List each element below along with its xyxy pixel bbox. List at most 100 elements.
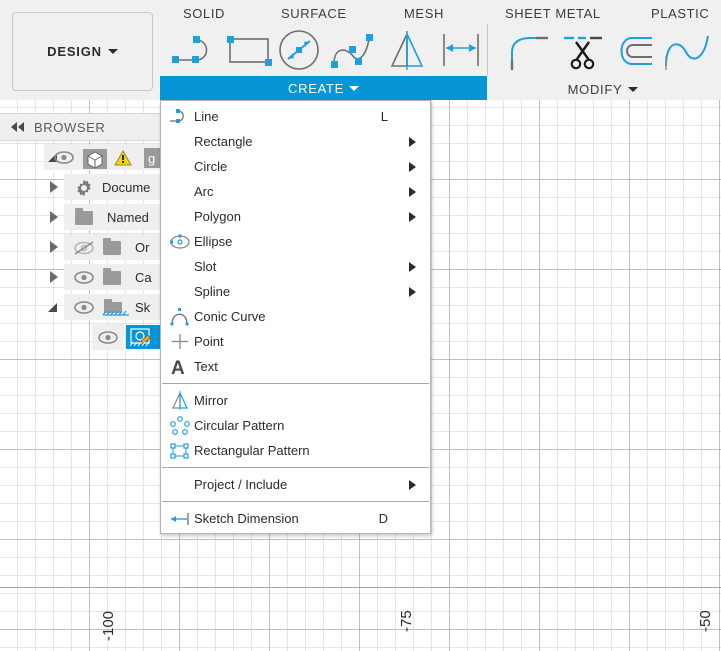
chevron-down-icon	[348, 85, 359, 91]
menu-item-label: Sketch Dimension	[194, 511, 299, 526]
sketch-spline-icon[interactable]	[325, 26, 381, 76]
circular-pattern-icon	[169, 413, 191, 438]
collapse-panel-icon[interactable]	[10, 122, 26, 132]
folder-icon	[103, 268, 121, 285]
rectangular-pattern-icon	[169, 438, 191, 463]
menu-separator	[162, 467, 429, 468]
workspace-tab-surface[interactable]: SURFACE	[281, 6, 347, 21]
menu-item-point[interactable]: Point	[161, 329, 430, 354]
submenu-arrow-icon	[409, 136, 416, 147]
menu-item-polygon[interactable]: Polygon	[161, 204, 430, 229]
menu-item-spline[interactable]: Spline	[161, 279, 430, 304]
menu-item-circle[interactable]: Circle	[161, 154, 430, 179]
toolbar-separator	[487, 24, 488, 76]
menu-item-label: Text	[194, 359, 218, 374]
menu-item-ellipse[interactable]: Ellipse	[161, 229, 430, 254]
submenu-arrow-icon	[409, 286, 416, 297]
expand-triangle-icon[interactable]	[50, 211, 58, 223]
top-toolbar: SOLID SURFACE MESH SHEET METAL PLASTIC DESIG…	[0, 0, 721, 100]
browser-tree: g Docume Named Or Ca Sk	[0, 142, 170, 352]
menu-item-label: Slot	[194, 259, 217, 274]
menu-item-mirror[interactable]: Mirror	[161, 388, 430, 413]
curvature-icon[interactable]	[660, 26, 716, 76]
visibility-eye-off-icon[interactable]	[73, 241, 94, 255]
point-icon	[169, 329, 191, 354]
menu-item-label: Line	[194, 109, 219, 124]
workspace-dropdown-button[interactable]: DESIGN	[12, 12, 153, 91]
sketch-circle-icon[interactable]	[272, 26, 328, 76]
browser-row-document-settings[interactable]: Docume	[0, 172, 170, 202]
chevron-down-icon	[628, 86, 639, 92]
folder-icon	[75, 208, 93, 225]
visibility-eye-icon[interactable]	[74, 271, 94, 284]
trim-icon[interactable]	[556, 26, 612, 76]
sketch-dimension-icon[interactable]	[434, 26, 490, 76]
expand-triangle-open-icon[interactable]	[48, 303, 57, 312]
fillet-icon[interactable]	[500, 26, 556, 76]
menu-item-conic-curve[interactable]: Conic Curve	[161, 304, 430, 329]
conic-curve-icon	[169, 304, 191, 329]
menu-item-label: Mirror	[194, 393, 228, 408]
menu-item-label: Rectangle	[194, 134, 253, 149]
create-panel-button[interactable]: CREATE	[160, 76, 487, 100]
svg-text:A: A	[171, 358, 185, 379]
ruler-tick-label: -75	[398, 610, 415, 632]
chevron-down-icon	[107, 49, 118, 54]
menu-item-text[interactable]: A Text	[161, 354, 430, 379]
workspace-tab-sheet-metal[interactable]: SHEET METAL	[505, 6, 601, 21]
browser-header[interactable]: BROWSER	[0, 113, 160, 141]
sketch-mirror-icon[interactable]	[380, 26, 436, 76]
menu-item-slot[interactable]: Slot	[161, 254, 430, 279]
submenu-arrow-icon	[409, 261, 416, 272]
menu-item-rectangle[interactable]: Rectangle	[161, 129, 430, 154]
x-axis-line	[0, 587, 721, 588]
menu-item-circular-pattern[interactable]: Circular Pattern	[161, 413, 430, 438]
menu-item-arc[interactable]: Arc	[161, 179, 430, 204]
menu-item-line[interactable]: Line L	[161, 104, 430, 129]
browser-row-named-views[interactable]: Named	[0, 202, 170, 232]
browser-row-origin[interactable]: Or	[0, 232, 170, 262]
text-icon: A	[169, 354, 191, 379]
workspace-tab-solid[interactable]: SOLID	[183, 6, 225, 21]
menu-separator	[162, 501, 429, 502]
expand-triangle-icon[interactable]	[50, 181, 58, 193]
expand-triangle-icon[interactable]	[50, 241, 58, 253]
menu-item-label: Spline	[194, 284, 231, 299]
browser-row-canvases[interactable]: Ca	[0, 262, 170, 292]
browser-row-sketch-item[interactable]	[0, 322, 170, 352]
warning-icon	[114, 149, 132, 166]
visibility-eye-icon[interactable]	[98, 331, 118, 344]
browser-row-label: Sk	[135, 299, 151, 315]
workspace-tab-mesh[interactable]: MESH	[404, 6, 444, 21]
menu-item-project-include[interactable]: Project / Include	[161, 472, 430, 497]
modify-panel-button[interactable]: MODIFY	[500, 78, 706, 100]
menu-item-label: Ellipse	[194, 234, 233, 249]
folder-icon	[103, 238, 121, 255]
offset-icon[interactable]	[608, 26, 664, 76]
visibility-eye-icon[interactable]	[54, 151, 74, 164]
ruler-tick-label: -100	[100, 610, 117, 641]
browser-row-root[interactable]: g	[0, 142, 170, 172]
ruler-tick-label: -50	[697, 610, 714, 632]
workspace-tab-plastic[interactable]: PLASTIC	[651, 6, 709, 21]
sketch-dimension-icon	[169, 506, 191, 531]
submenu-arrow-icon	[409, 161, 416, 172]
workspace-label: DESIGN	[47, 44, 102, 59]
menu-item-shortcut: L	[380, 109, 388, 124]
browser-title: BROWSER	[34, 119, 106, 135]
create-dropdown-menu[interactable]: Line L Rectangle Circle Arc Polygon Ellipse Slo…	[160, 100, 431, 534]
submenu-arrow-icon	[409, 186, 416, 197]
menu-item-rectangular-pattern[interactable]: Rectangular Pattern	[161, 438, 430, 463]
sketch-line-icon[interactable]	[170, 26, 226, 76]
menu-item-sketch-dimension[interactable]: Sketch Dimension D	[161, 506, 430, 531]
visibility-eye-icon[interactable]	[74, 301, 94, 314]
browser-row-label: Ca	[135, 269, 152, 285]
browser-row-sketches[interactable]: Sk	[0, 292, 170, 322]
menu-item-label: Circle	[194, 159, 228, 174]
gear-icon	[75, 179, 93, 197]
expand-triangle-icon[interactable]	[50, 271, 58, 283]
sketch-rectangle-icon[interactable]	[222, 26, 278, 76]
sketch-folder-icon	[102, 299, 129, 317]
line-icon	[169, 104, 191, 129]
menu-item-shortcut: D	[378, 511, 388, 526]
